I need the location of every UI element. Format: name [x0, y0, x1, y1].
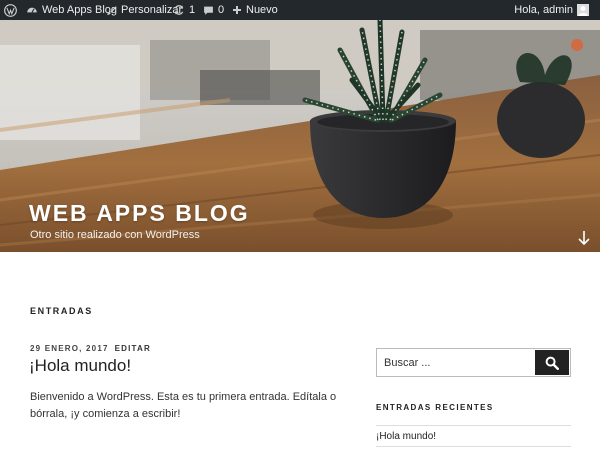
edit-post-link[interactable]: EDITAR: [115, 344, 151, 353]
divider: [376, 425, 571, 426]
updates-menu[interactable]: 1: [173, 0, 195, 20]
divider: [376, 446, 571, 447]
brush-icon: [107, 5, 117, 15]
post-meta: 29 ENERO, 2017 EDITAR: [30, 344, 151, 353]
greeting-label: Hola, admin: [514, 4, 573, 16]
post-date[interactable]: 29 ENERO, 2017: [30, 344, 109, 353]
admin-bar: Web Apps Blog Personalizar 1 0 Nuevo Hol…: [0, 0, 600, 20]
arrow-down-icon[interactable]: [577, 230, 591, 246]
site-title[interactable]: WEB APPS BLOG: [29, 200, 250, 227]
avatar-icon: [577, 4, 589, 16]
search-input[interactable]: [377, 349, 535, 376]
customize-menu[interactable]: Personalizar: [106, 0, 182, 20]
recent-posts-title: ENTRADAS RECIENTES: [376, 403, 494, 412]
site-description: Otro sitio realizado con WordPress: [30, 229, 200, 241]
plus-icon: [233, 6, 241, 14]
updates-icon: [174, 5, 184, 15]
search-form: [376, 348, 571, 377]
new-content-menu[interactable]: Nuevo: [232, 0, 278, 20]
wordpress-menu[interactable]: [4, 0, 17, 20]
site-header: WEB APPS BLOG Otro sitio realizado con W…: [0, 20, 600, 252]
recent-post-link[interactable]: ¡Hola mundo!: [376, 431, 436, 442]
new-label: Nuevo: [246, 4, 278, 16]
page-title: ENTRADAS: [30, 306, 93, 316]
comment-icon: [204, 6, 213, 15]
post-excerpt: Bienvenido a WordPress. Esta es tu prime…: [30, 391, 337, 420]
updates-count: 1: [189, 4, 196, 16]
comments-count: 0: [218, 4, 225, 16]
site-name-menu[interactable]: Web Apps Blog: [26, 0, 117, 20]
search-button[interactable]: [535, 350, 569, 375]
dashboard-icon: [27, 7, 37, 13]
comments-menu[interactable]: 0: [203, 0, 224, 20]
post-title[interactable]: ¡Hola mundo!: [29, 356, 131, 376]
account-menu[interactable]: Hola, admin: [514, 0, 589, 20]
wordpress-logo-icon: [4, 3, 17, 17]
search-icon: [545, 356, 559, 370]
